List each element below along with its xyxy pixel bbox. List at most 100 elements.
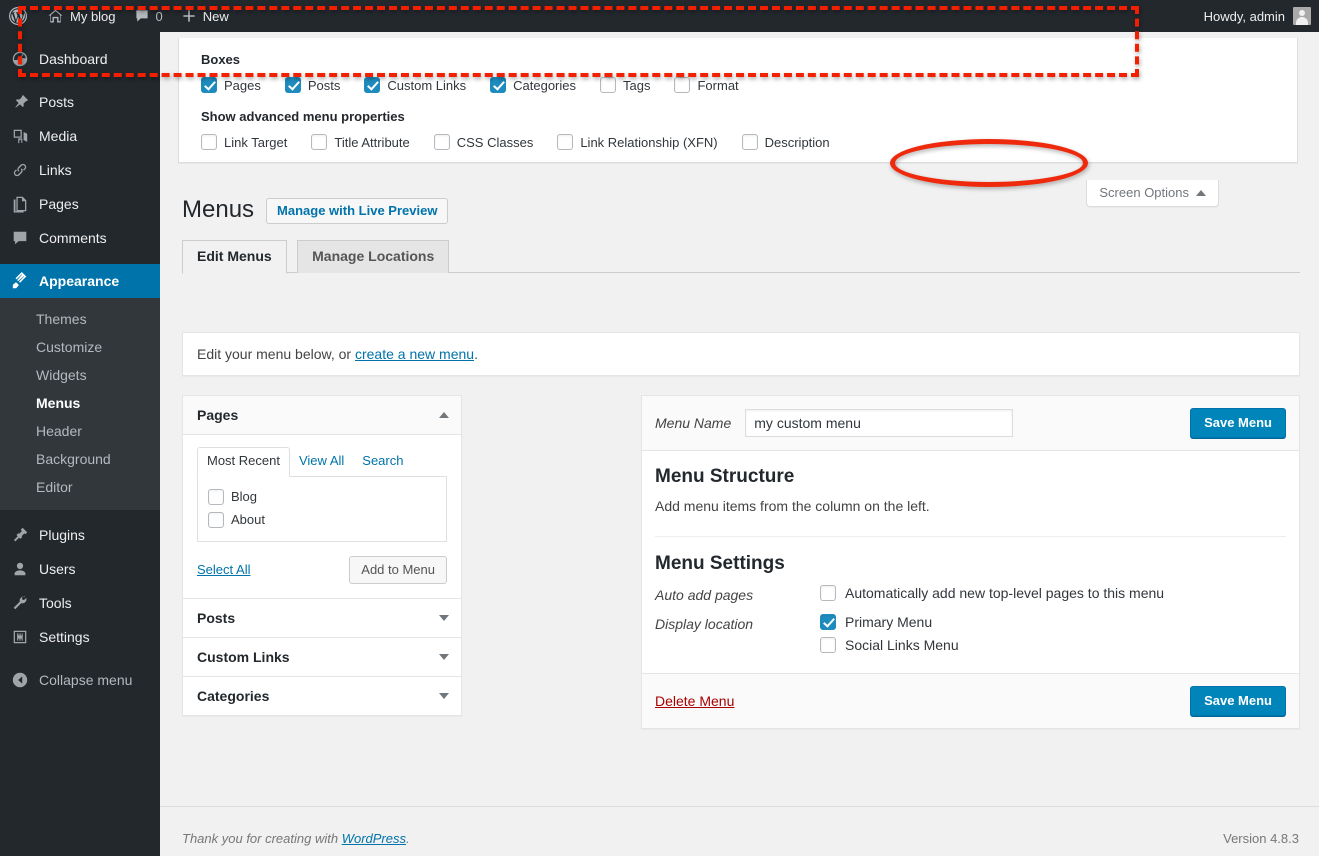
sidebar-item-plugins[interactable]: Plugins (0, 518, 160, 552)
auto-add-pages-option[interactable]: Automatically add new top-level pages to… (820, 585, 1286, 601)
checkbox-custom-links[interactable] (364, 77, 381, 93)
sidebar-item-widgets[interactable]: Widgets (0, 361, 160, 389)
triangle-down-icon[interactable] (439, 692, 449, 699)
screen-option-categories[interactable]: Categories (490, 77, 576, 93)
checkbox-label: Categories (513, 77, 577, 93)
checkbox-pages[interactable] (201, 77, 217, 93)
sidebar-item-media[interactable]: Media (0, 119, 160, 153)
sidebar-item-background[interactable]: Background (0, 445, 160, 473)
inner-tab-most-recent[interactable]: Most Recent (197, 447, 290, 477)
comment-bubble-icon (134, 8, 150, 24)
checkbox-link-target[interactable] (201, 134, 217, 150)
manage-with-live-preview-button[interactable]: Manage with Live Preview (266, 198, 449, 224)
triangle-down-icon[interactable] (439, 614, 449, 621)
screen-option-custom-links[interactable]: Custom Links (364, 77, 466, 93)
menu-name-input[interactable] (745, 409, 1014, 437)
sidebar-item-label: Posts (39, 94, 75, 110)
sidebar-item-header[interactable]: Header (0, 417, 160, 445)
sidebar-item-tools[interactable]: Tools (0, 586, 160, 620)
list-item-label: Blog (231, 489, 258, 505)
inner-tab-view-all[interactable]: View All (290, 448, 353, 476)
checkbox-title-attribute[interactable] (311, 134, 328, 150)
checkbox-description[interactable] (741, 134, 758, 150)
admin-bar: My blog 0 New Howdy, admin (0, 0, 1319, 32)
sidebar-item-settings[interactable]: Settings (0, 620, 160, 654)
site-name-button[interactable]: My blog (38, 0, 125, 32)
triangle-down-icon[interactable] (439, 653, 449, 660)
new-content-button[interactable]: New (172, 0, 238, 32)
checkbox-page-blog[interactable] (208, 488, 224, 505)
checkbox-page-about[interactable] (208, 511, 224, 528)
link-icon (10, 160, 30, 180)
location-primary-menu[interactable]: Primary Menu (820, 614, 1286, 630)
sidebar-item-dashboard[interactable]: Dashboard (0, 42, 160, 76)
triangle-up-icon[interactable] (439, 412, 449, 418)
collapse-menu-button[interactable]: Collapse menu (0, 663, 160, 697)
select-all-link[interactable]: Select All (197, 562, 250, 577)
checkbox-social-links-menu[interactable] (820, 637, 836, 653)
screen-option-pages[interactable]: Pages (201, 77, 261, 93)
accordion-header-categories[interactable]: Categories (183, 676, 461, 715)
screen-option-title-attribute[interactable]: Title Attribute (311, 134, 410, 150)
tab-manage-locations[interactable]: Manage Locations (297, 240, 450, 273)
add-to-menu-button[interactable]: Add to Menu (349, 555, 447, 584)
comment-icon (10, 228, 30, 248)
checkbox-format[interactable] (674, 77, 691, 93)
checkbox-link-relationship[interactable] (557, 134, 574, 150)
wordpress-link[interactable]: WordPress (342, 831, 406, 846)
screen-option-link-relationship[interactable]: Link Relationship (XFN) (557, 134, 718, 150)
list-item-about[interactable]: About (208, 511, 436, 528)
account-menu[interactable]: Howdy, admin (1204, 7, 1319, 25)
save-menu-button-top[interactable]: Save Menu (1190, 408, 1286, 438)
accordion-header-posts[interactable]: Posts (183, 598, 461, 638)
screen-option-posts[interactable]: Posts (284, 77, 340, 93)
comments-button[interactable]: 0 (125, 0, 172, 32)
inner-tab-search[interactable]: Search (353, 448, 412, 476)
sidebar-item-editor[interactable]: Editor (0, 473, 160, 501)
list-item-blog[interactable]: Blog (208, 488, 436, 505)
checkbox-primary-menu[interactable] (820, 614, 836, 630)
sidebar-item-themes[interactable]: Themes (0, 305, 160, 333)
menu-tabs: Edit Menus Manage Locations (182, 240, 1300, 274)
screen-option-tags[interactable]: Tags (600, 77, 650, 93)
edit-menu-notice: Edit your menu below, or create a new me… (182, 332, 1300, 376)
checkbox-css-classes[interactable] (433, 134, 450, 150)
sidebar-item-links[interactable]: Links (0, 153, 160, 187)
sidebar-item-posts[interactable]: Posts (0, 85, 160, 119)
wrench-icon (10, 593, 30, 613)
main-content: Boxes Pages Posts Custom Links Categorie… (160, 32, 1319, 856)
screen-option-css-classes[interactable]: CSS Classes (433, 134, 533, 150)
wordpress-logo-button[interactable] (0, 0, 38, 32)
menu-editor-body: Menu Structure Add menu items from the c… (642, 451, 1299, 653)
location-social-links-menu[interactable]: Social Links Menu (820, 637, 1286, 653)
option-label: Primary Menu (845, 614, 933, 630)
checkbox-label: Custom Links (387, 77, 467, 93)
checkbox-tags[interactable] (600, 77, 617, 93)
sidebar-item-comments[interactable]: Comments (0, 221, 160, 255)
menu-editor-header: Menu Name Save Menu (642, 396, 1299, 451)
accordion-header-pages[interactable]: Pages (183, 396, 461, 435)
save-menu-button-bottom[interactable]: Save Menu (1190, 686, 1286, 716)
sidebar-item-pages[interactable]: Pages (0, 187, 160, 221)
sidebar-item-menus[interactable]: Menus (0, 389, 160, 417)
screen-options-panel: Boxes Pages Posts Custom Links Categorie… (178, 38, 1298, 163)
checkbox-posts[interactable] (284, 77, 301, 93)
screen-option-description[interactable]: Description (741, 134, 830, 150)
advanced-properties-legend: Show advanced menu properties (201, 109, 405, 124)
accordion-header-custom-links[interactable]: Custom Links (183, 637, 461, 677)
setting-value: Automatically add new top-level pages to… (820, 585, 1286, 601)
create-new-menu-link[interactable]: create a new menu (355, 346, 474, 362)
checkbox-label: Link Target (224, 134, 288, 150)
checkbox-categories[interactable] (490, 77, 507, 93)
checkbox-auto-add-pages[interactable] (820, 585, 836, 601)
checkbox-label: Title Attribute (334, 134, 410, 150)
screen-option-link-target[interactable]: Link Target (201, 134, 287, 150)
sidebar-item-appearance[interactable]: Appearance (0, 264, 168, 298)
sidebar-item-customize[interactable]: Customize (0, 333, 160, 361)
page-icon (10, 194, 30, 214)
screen-option-format[interactable]: Format (674, 77, 739, 93)
tab-edit-menus[interactable]: Edit Menus (182, 240, 287, 274)
screen-options-tab-button[interactable]: Screen Options (1086, 180, 1219, 207)
delete-menu-link[interactable]: Delete Menu (655, 693, 734, 709)
sidebar-item-users[interactable]: Users (0, 552, 160, 586)
